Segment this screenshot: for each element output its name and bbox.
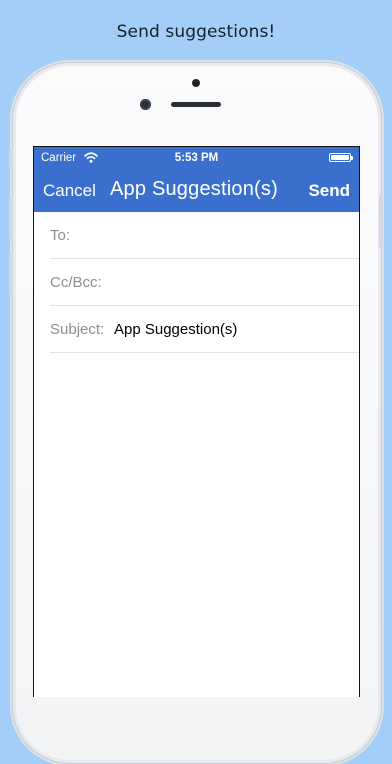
to-label: To: bbox=[50, 227, 71, 244]
cc-bcc-label: Cc/Bcc: bbox=[50, 274, 102, 291]
navigation-bar: Carrier 5:53 PM Cancel App Suggestion(s)… bbox=[34, 147, 359, 212]
phone-side-button-power bbox=[379, 196, 383, 248]
subject-input[interactable]: App Suggestion(s) bbox=[114, 321, 237, 338]
proximity-sensor-dot bbox=[192, 79, 200, 87]
subject-label: Subject: bbox=[50, 321, 105, 338]
promo-headline: Send suggestions! bbox=[116, 22, 276, 42]
front-camera bbox=[140, 99, 151, 110]
status-time: 5:53 PM bbox=[174, 152, 219, 164]
phone-side-button-volume-down bbox=[9, 252, 13, 294]
cancel-button[interactable]: Cancel bbox=[43, 181, 96, 201]
send-button[interactable]: Send bbox=[308, 181, 350, 201]
phone-side-button-volume-up bbox=[9, 196, 13, 238]
cc-bcc-field[interactable]: Cc/Bcc: bbox=[50, 259, 359, 306]
message-body[interactable] bbox=[34, 353, 359, 697]
earpiece-speaker bbox=[171, 102, 221, 107]
compose-title: App Suggestion(s) bbox=[110, 178, 278, 200]
subject-field[interactable]: Subject: App Suggestion(s) bbox=[50, 306, 359, 353]
to-field[interactable]: To: bbox=[50, 212, 359, 259]
phone-side-button-mute bbox=[9, 148, 13, 170]
status-bar: Carrier 5:53 PM bbox=[34, 147, 359, 169]
battery-icon bbox=[329, 153, 353, 162]
phone-screen: Carrier 5:53 PM Cancel App Suggestion(s)… bbox=[33, 146, 360, 697]
